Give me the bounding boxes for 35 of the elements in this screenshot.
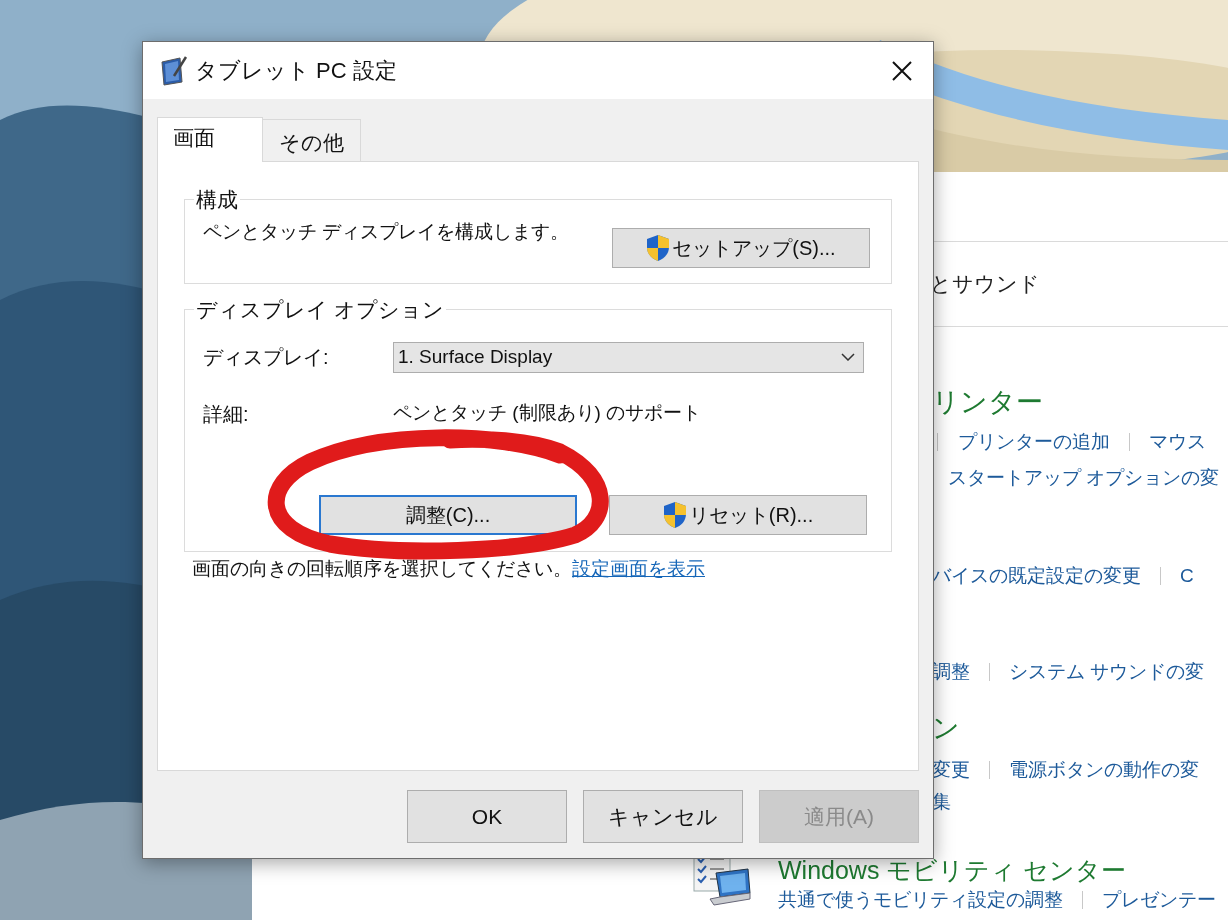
control-panel-link[interactable]: 集 — [932, 787, 951, 817]
dialog-button[interactable]: キャンセル — [583, 790, 743, 843]
field-label: 詳細: — [203, 401, 250, 427]
action-button[interactable]: セットアップ(S)... — [612, 227, 870, 268]
control-panel-link[interactable]: スタートアップ オプションの変 — [948, 463, 1220, 493]
chevron-down-icon — [841, 353, 855, 361]
control-panel-link[interactable]: プリンターの追加 — [958, 427, 1110, 457]
settings-link[interactable]: 設定画面を表示 — [572, 558, 705, 579]
description-text: ペンとタッチ ディスプレイを構成します。 — [203, 219, 570, 244]
action-button[interactable]: 調整(C)... — [319, 494, 577, 535]
field-label: ディスプレイ: — [203, 345, 330, 370]
tablet-pen-icon — [160, 55, 188, 86]
control-panel-link[interactable]: 変更 — [932, 755, 970, 785]
control-panel-link[interactable]: 共通で使うモビリティ設定の調整 — [778, 885, 1063, 915]
category-heading[interactable]: リンター — [932, 381, 1043, 423]
control-panel-link[interactable]: システム サウンドの変 — [1009, 657, 1205, 687]
control-panel-link[interactable]: C — [1180, 561, 1194, 591]
details-text: ペンとタッチ (制限あり) のサポート — [393, 401, 702, 426]
window-title: タブレット PC 設定 — [195, 57, 397, 85]
group-title: 構成 — [195, 187, 239, 213]
close-icon[interactable] — [891, 59, 913, 82]
category-title: とサウンド — [930, 271, 1040, 298]
display-dropdown[interactable]: 1. Surface Display — [393, 341, 864, 373]
dialog-button[interactable]: OK — [407, 790, 567, 843]
action-button[interactable]: リセット(R)... — [609, 494, 867, 535]
rotation-note: 画面の向きの回転順序を選択してください。設定画面を表示 — [192, 557, 706, 581]
category-heading[interactable]: Windows モビリティ センター — [778, 855, 1216, 885]
control-panel-link[interactable]: プレゼンテー — [1102, 885, 1216, 915]
control-panel-link[interactable]: 電源ボタンの動作の変 — [1009, 755, 1199, 785]
dropdown-value: 1. Surface Display — [398, 344, 554, 369]
tab[interactable]: 画面 — [157, 117, 263, 162]
group-title: ディスプレイ オプション — [195, 297, 445, 323]
category-heading[interactable]: ン — [932, 707, 960, 749]
control-panel-link[interactable]: マウス — [1149, 427, 1206, 457]
tab[interactable]: その他 — [263, 119, 361, 161]
